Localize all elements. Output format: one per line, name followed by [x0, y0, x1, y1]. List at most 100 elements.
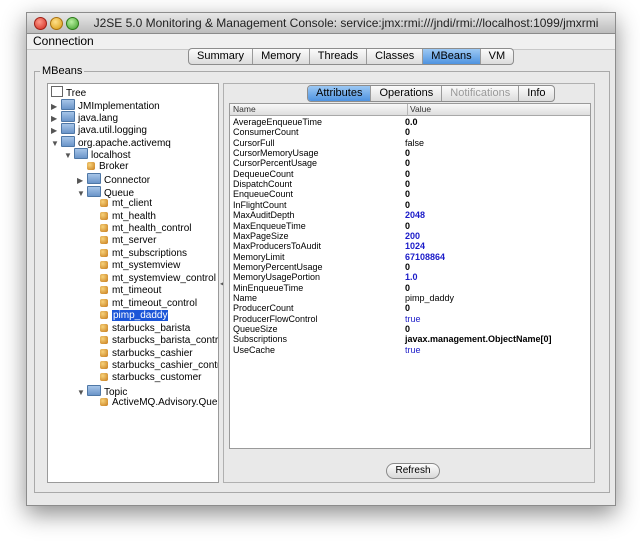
tab-memory[interactable]: Memory	[252, 49, 309, 64]
tree-node[interactable]: ▶ java.util.logging	[51, 123, 147, 136]
expanded-triangle-icon[interactable]: ▼	[77, 387, 87, 399]
tab-attributes[interactable]: Attributes	[308, 86, 371, 101]
tree-node[interactable]: starbucks_barista	[90, 323, 190, 335]
attributes-table: Name Value AverageEnqueueTime 0.0 Consumer…	[229, 103, 591, 449]
table-row[interactable]: ConsumerCount 0	[230, 127, 590, 137]
tab-info[interactable]: Info	[518, 86, 553, 101]
tree-node[interactable]: ▶ Connector	[77, 173, 150, 186]
column-header-value[interactable]: Value	[408, 104, 590, 116]
mbean-tree[interactable]: Tree ▶ JMImplementation ▶ java.lang ▶ java.ut…	[47, 83, 219, 483]
table-row[interactable]: MemoryLimit 67108864	[230, 252, 590, 262]
table-row[interactable]: CursorPercentUsage 0	[230, 158, 590, 168]
attribute-value[interactable]: 2048	[405, 210, 425, 220]
table-row[interactable]: CursorMemoryUsage 0	[230, 148, 590, 158]
expanded-triangle-icon[interactable]: ▼	[64, 150, 74, 162]
tree-node[interactable]: ▼ Queue	[77, 185, 135, 200]
table-row[interactable]: MaxEnqueueTime 0	[230, 221, 590, 231]
tree-node[interactable]: starbucks_cashier	[90, 348, 193, 360]
column-header-name[interactable]: Name	[230, 104, 408, 116]
folder-icon	[61, 135, 75, 147]
tree-root[interactable]: Tree	[51, 86, 86, 99]
attribute-name: DequeueCount	[233, 168, 294, 179]
table-row[interactable]: Name pimp_daddy	[230, 293, 590, 303]
title-bar[interactable]: J2SE 5.0 Monitoring & Management Console…	[27, 13, 615, 34]
attribute-value[interactable]: 67108864	[405, 252, 445, 262]
mbean-sub-tab-bar: Attributes Operations Notifications Info	[307, 85, 555, 102]
table-row[interactable]: CursorFull false	[230, 138, 590, 148]
tree-node[interactable]: Broker	[77, 161, 128, 173]
tree-node[interactable]: mt_health	[90, 211, 156, 223]
tab-vm[interactable]: VM	[479, 49, 513, 64]
table-row[interactable]: MaxPageSize 200	[230, 231, 590, 241]
tab-operations[interactable]: Operations	[370, 86, 441, 101]
minimize-window-button[interactable]	[50, 17, 63, 30]
tree-node[interactable]: pimp_daddy	[90, 310, 169, 322]
tree-node-label: mt_health_control	[112, 223, 192, 234]
menu-connection[interactable]: Connection	[33, 34, 94, 48]
tree-node[interactable]: ▼ Topic	[77, 384, 127, 399]
tree-node-label: java.lang	[78, 112, 119, 124]
tree-node[interactable]: mt_systemview	[90, 260, 180, 272]
table-row[interactable]: ProducerFlowControl true	[230, 314, 590, 324]
tree-node[interactable]: mt_client	[90, 198, 152, 210]
tree-node[interactable]: mt_health_control	[90, 223, 192, 235]
attribute-name: MemoryLimit	[233, 251, 285, 262]
table-row[interactable]: InFlightCount 0	[230, 200, 590, 210]
table-row[interactable]: AverageEnqueueTime 0.0	[230, 117, 590, 127]
tab-threads[interactable]: Threads	[308, 49, 366, 64]
tree-node[interactable]: ▼ org.apache.activemq	[51, 135, 171, 150]
expanded-triangle-icon[interactable]: ▼	[77, 188, 87, 200]
tree-node[interactable]: mt_timeout_control	[90, 298, 197, 310]
tab-classes[interactable]: Classes	[366, 49, 422, 64]
tree-node[interactable]: mt_timeout	[90, 285, 161, 297]
attribute-value[interactable]: 1.0	[405, 272, 418, 282]
mbean-icon	[100, 224, 108, 232]
attribute-value: 0	[405, 127, 411, 138]
attribute-value[interactable]: true	[405, 314, 421, 324]
tree-node[interactable]: starbucks_cashier_control	[90, 360, 218, 372]
attribute-value[interactable]: 1024	[405, 241, 425, 251]
table-row[interactable]: MemoryPercentUsage 0	[230, 262, 590, 272]
table-row[interactable]: ProducerCount 0	[230, 303, 590, 313]
folder-icon	[61, 123, 75, 135]
tree-node[interactable]: mt_subscriptions	[90, 248, 187, 260]
refresh-button[interactable]: Refresh	[386, 463, 440, 479]
attribute-name: Subscriptions	[233, 334, 288, 345]
attribute-name: EnqueueCount	[233, 189, 294, 200]
tree-node[interactable]: mt_systemview_control	[90, 273, 216, 285]
table-row[interactable]: MaxProducersToAudit 1024	[230, 241, 590, 251]
table-row[interactable]: EnqueueCount 0	[230, 189, 590, 199]
table-row[interactable]: MinEnqueueTime 0	[230, 283, 590, 293]
tree-node[interactable]: ActiveMQ.Advisory.Queue	[90, 397, 218, 409]
folder-icon	[87, 173, 101, 185]
table-row[interactable]: Subscriptions javax.management.ObjectName…	[230, 334, 590, 344]
attribute-name: Name	[233, 292, 258, 303]
table-row[interactable]: DispatchCount 0	[230, 179, 590, 189]
expanded-triangle-icon[interactable]: ▼	[51, 138, 61, 150]
mbean-icon	[100, 261, 108, 270]
tree-node[interactable]: ▶ java.lang	[51, 110, 119, 124]
table-row[interactable]: DequeueCount 0	[230, 169, 590, 179]
table-row[interactable]: QueueSize 0	[230, 324, 590, 334]
tree-node[interactable]: starbucks_barista_control	[90, 335, 218, 347]
tree-icon	[51, 86, 63, 97]
mbean-icon	[100, 273, 108, 282]
tree-node-label: Queue	[104, 187, 135, 199]
table-row[interactable]: MemoryUsagePortion 1.0	[230, 272, 590, 282]
table-row[interactable]: UseCache true	[230, 345, 590, 355]
tree-node[interactable]: starbucks_customer	[90, 372, 201, 384]
attribute-name: MemoryUsagePortion	[233, 272, 321, 283]
tab-mbeans[interactable]: MBeans	[422, 49, 480, 64]
close-window-button[interactable]	[34, 17, 47, 30]
tree-node[interactable]: ▼ localhost	[64, 148, 130, 162]
attribute-name: CursorPercentUsage	[233, 158, 318, 169]
tab-summary[interactable]: Summary	[189, 49, 252, 64]
tree-node[interactable]: mt_server	[90, 235, 156, 247]
zoom-window-button[interactable]	[66, 17, 79, 30]
attribute-value: 0	[405, 303, 411, 314]
attribute-value: javax.management.ObjectName[0]	[405, 334, 552, 345]
attribute-value[interactable]: 200	[405, 231, 420, 241]
table-row[interactable]: MaxAuditDepth 2048	[230, 210, 590, 220]
attribute-value[interactable]: true	[405, 345, 421, 355]
tree-node[interactable]: ▶ JMImplementation	[51, 98, 160, 112]
